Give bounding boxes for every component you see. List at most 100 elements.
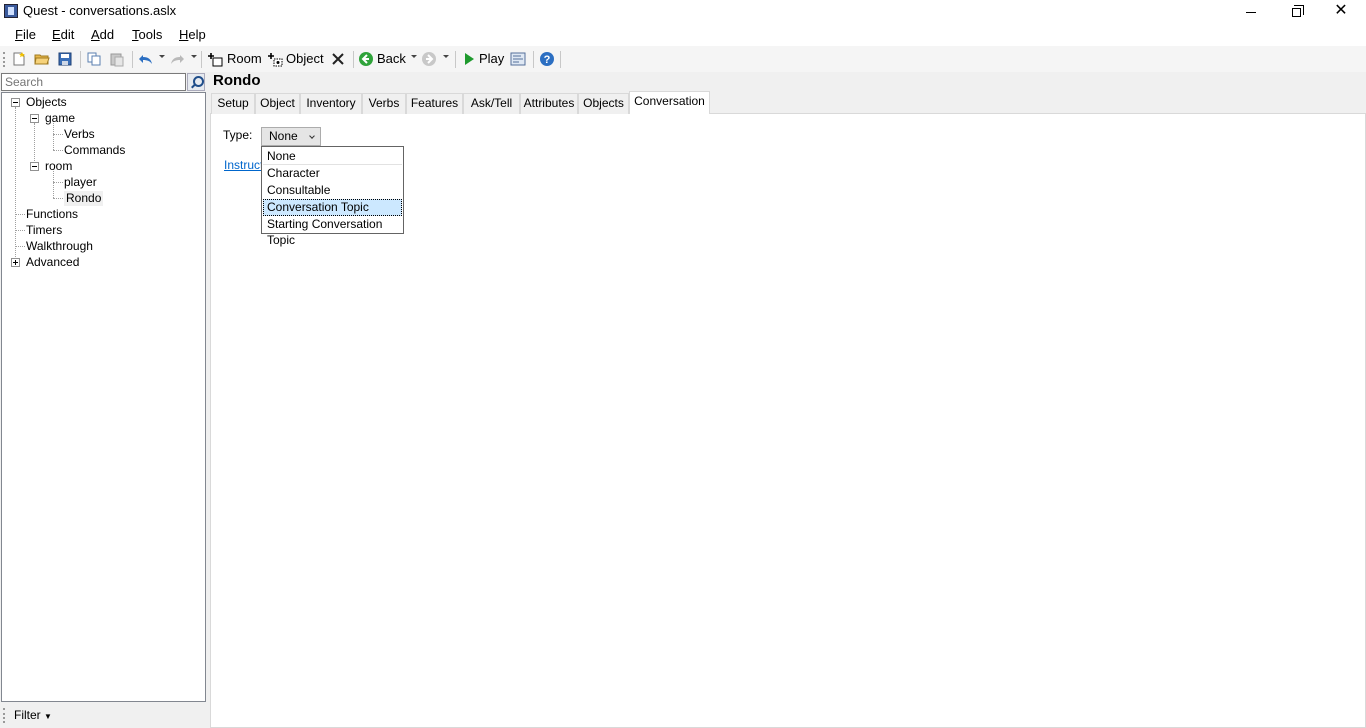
undo-icon[interactable] (138, 51, 154, 67)
forward-dropdown-arrow[interactable] (443, 55, 449, 58)
menu-edit[interactable]: Edit (52, 27, 74, 42)
type-dropdown-list: None Character Consultable Conversation … (261, 146, 404, 247)
tab-verbs[interactable]: Verbs (362, 93, 406, 114)
menu-file[interactable]: File (15, 27, 36, 42)
tree-connector (53, 150, 63, 151)
toolbar-separator (533, 51, 534, 68)
toolbar-separator (132, 51, 133, 68)
tree-connector (15, 107, 16, 267)
tab-inventory[interactable]: Inventory (300, 93, 362, 114)
tree-connector (15, 214, 25, 215)
svg-text:?: ? (544, 54, 551, 66)
tab-attributes[interactable]: Attributes (520, 93, 578, 114)
menu-add[interactable]: Add (91, 27, 114, 42)
tree-item-timers[interactable]: Timers (26, 223, 62, 238)
tab-ask-tell[interactable]: Ask/Tell (463, 93, 520, 114)
tree-item-room[interactable]: room (45, 159, 72, 174)
option-conversation-topic[interactable]: Conversation Topic (263, 199, 402, 216)
window-title: Quest - conversations.aslx (23, 3, 177, 18)
toolbar-separator (80, 51, 81, 68)
collapse-game-toggle[interactable] (30, 114, 39, 123)
tree-connector (53, 134, 63, 135)
tree-connector (53, 182, 63, 183)
restore-button[interactable] (1273, 0, 1319, 23)
option-starting-conversation-topic[interactable]: Starting Conversation Topic (263, 216, 402, 247)
tree-item-player[interactable]: player (64, 175, 97, 190)
chevron-down-icon (309, 133, 315, 139)
add-room-label: Room (227, 51, 262, 66)
tree-item-walkthrough[interactable]: Walkthrough (26, 239, 93, 254)
tab-objects[interactable]: Objects (578, 93, 629, 114)
forward-arrow-icon[interactable] (421, 51, 437, 67)
menu-tools[interactable]: Tools (132, 27, 162, 42)
back-dropdown-arrow[interactable] (411, 55, 417, 58)
tree-connector (53, 123, 54, 150)
toolbar-separator (560, 51, 561, 68)
filter-grip (3, 708, 5, 723)
tree-connector (15, 230, 25, 231)
back-arrow-icon (359, 52, 373, 66)
help-icon[interactable]: ? (539, 51, 555, 67)
open-folder-icon[interactable] (34, 51, 50, 67)
toolbar-grip[interactable] (3, 52, 5, 67)
tree-item-verbs[interactable]: Verbs (64, 127, 95, 142)
collapse-objects-toggle[interactable] (11, 98, 20, 107)
delete-icon[interactable] (330, 51, 346, 67)
tree-item-advanced[interactable]: Advanced (26, 255, 79, 270)
page-title: Rondo (213, 72, 261, 89)
search-input[interactable] (1, 73, 186, 91)
tab-object[interactable]: Object (255, 93, 300, 114)
menu-help[interactable]: Help (179, 27, 206, 42)
save-icon[interactable] (57, 51, 73, 67)
toolbar-separator (201, 51, 202, 68)
add-room-icon (208, 53, 223, 67)
tree-connector (15, 246, 25, 247)
expand-advanced-toggle[interactable] (11, 258, 20, 267)
search-icon[interactable] (187, 73, 205, 91)
tab-features[interactable]: Features (406, 93, 463, 114)
close-button[interactable]: ✕ (1318, 0, 1364, 23)
menu-bar: File Edit Add Tools Help (0, 23, 1366, 46)
paste-icon[interactable] (109, 51, 125, 67)
new-file-icon[interactable] (11, 51, 27, 67)
add-object-icon (268, 53, 283, 67)
toolbar-separator (353, 51, 354, 68)
add-object-label: Object (286, 51, 324, 66)
option-consultable[interactable]: Consultable (263, 182, 402, 199)
instructions-link[interactable]: Instructi (224, 158, 266, 172)
tab-conversation[interactable]: Conversation (629, 91, 710, 114)
title-bar: Quest - conversations.aslx ✕ (0, 0, 1366, 23)
play-icon (465, 53, 474, 65)
filter-dropdown[interactable]: Filter ▼ (14, 708, 52, 722)
collapse-room-toggle[interactable] (30, 162, 39, 171)
minimize-button[interactable] (1228, 0, 1274, 23)
tree-item-commands[interactable]: Commands (64, 143, 125, 158)
tree-item-game[interactable]: game (45, 111, 75, 126)
tree-connector (53, 171, 54, 198)
toolbar-separator (455, 51, 456, 68)
tree-item-functions[interactable]: Functions (26, 207, 78, 222)
tab-setup[interactable]: Setup (211, 93, 255, 114)
close-icon: ✕ (1334, 2, 1348, 19)
play-label: Play (479, 51, 505, 66)
back-label: Back (377, 51, 406, 66)
tree-item-objects[interactable]: Objects (26, 95, 67, 110)
tree-item-rondo[interactable]: Rondo (64, 191, 104, 206)
code-view-icon[interactable] (510, 51, 526, 67)
object-tree: Objects game Verbs Commands room player … (1, 92, 206, 702)
toolbar: Room Object Back Play ? (0, 46, 1366, 72)
quest-app-icon (4, 4, 18, 18)
type-select[interactable]: None (261, 127, 321, 146)
undo-dropdown-arrow[interactable] (159, 55, 165, 58)
redo-icon[interactable] (169, 51, 185, 67)
redo-dropdown-arrow[interactable] (191, 55, 197, 58)
restore-icon (1291, 4, 1304, 17)
tree-connector (53, 198, 63, 199)
option-none[interactable]: None (263, 148, 402, 165)
minimize-icon (1246, 11, 1256, 13)
chevron-down-icon: ▼ (44, 712, 52, 721)
filter-bar: Filter ▼ (0, 703, 206, 728)
type-label: Type: (223, 128, 253, 142)
option-character[interactable]: Character (263, 165, 402, 182)
copy-icon[interactable] (86, 51, 102, 67)
